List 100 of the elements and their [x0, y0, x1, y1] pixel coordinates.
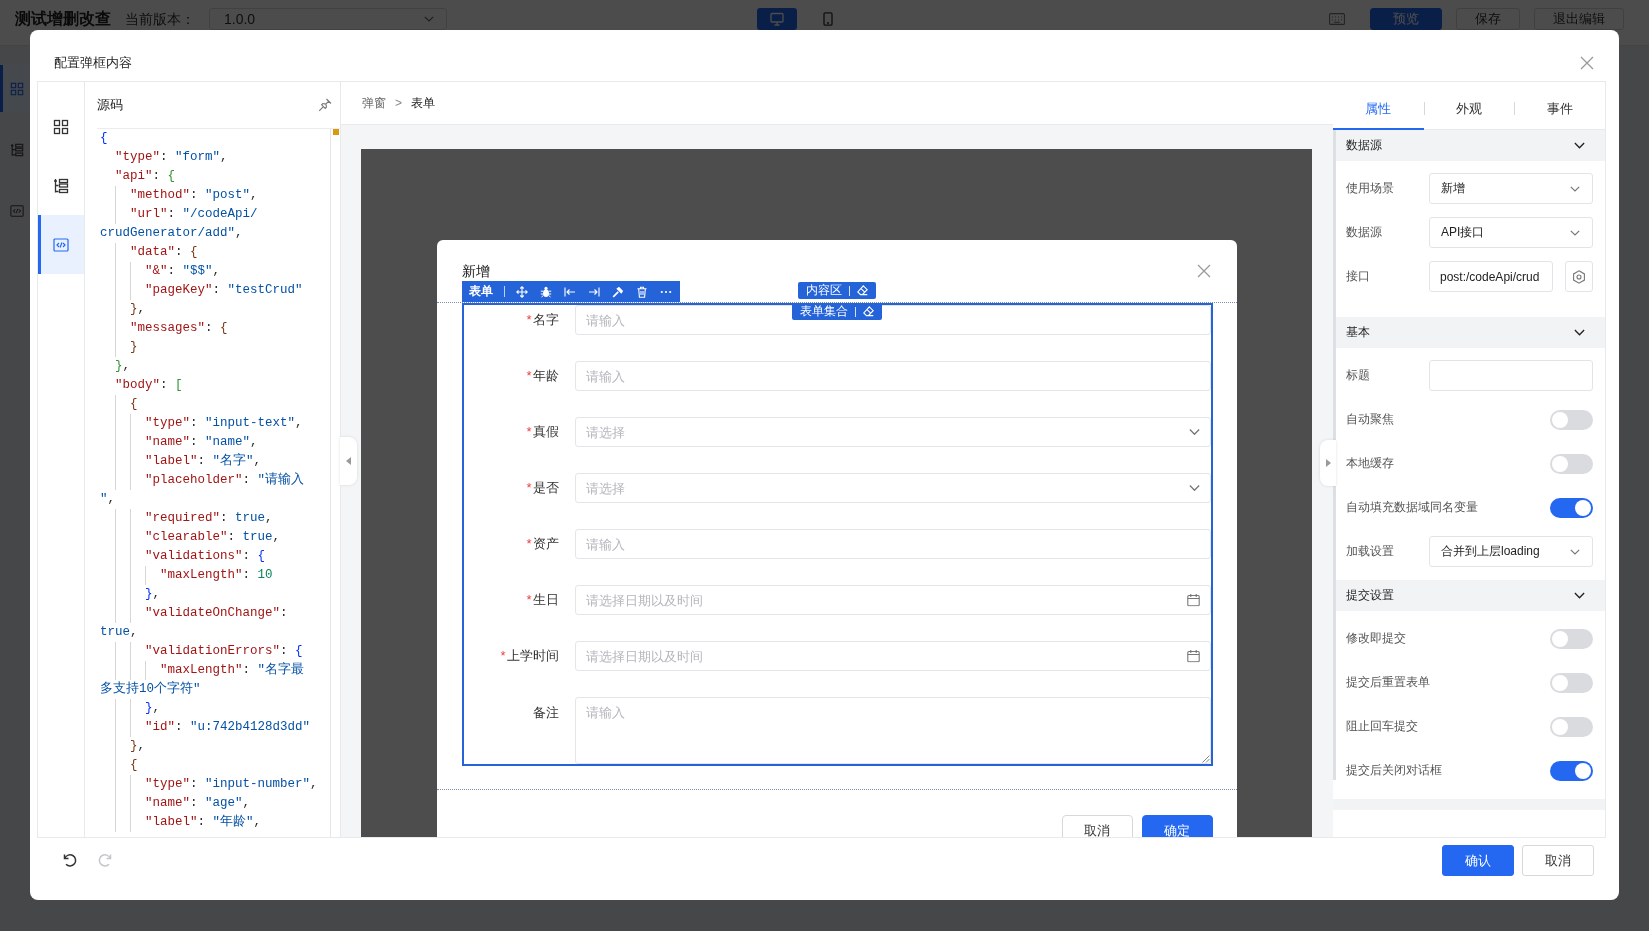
- grid-icon: [53, 118, 69, 135]
- settings-button[interactable]: [1565, 261, 1593, 292]
- code-line: "&": "$$",: [145, 264, 221, 278]
- text-field[interactable]: 请输入: [574, 361, 1211, 391]
- section-header[interactable]: 基本: [1333, 317, 1605, 348]
- code-line: "name": "name",: [145, 435, 258, 449]
- date-time-field[interactable]: 请选择日期以及时间: [574, 585, 1211, 615]
- version-label: 当前版本：: [125, 10, 195, 29]
- text-field[interactable]: post:/codeApi/crud: [1429, 261, 1554, 292]
- breadcrumb-link[interactable]: 表单: [411, 94, 435, 112]
- chevron-down-icon: [1570, 229, 1580, 236]
- hammer-icon[interactable]: [611, 285, 624, 298]
- tree-list-icon: [53, 177, 69, 194]
- select-field[interactable]: 合并到上层loading: [1429, 536, 1593, 567]
- breadcrumb-link[interactable]: 弹窗: [362, 94, 386, 112]
- toggle-switch[interactable]: [1550, 716, 1593, 737]
- field-label: 修改即提交: [1346, 630, 1407, 647]
- code-line: true,: [100, 625, 138, 639]
- chevron-down-icon: [1188, 484, 1200, 492]
- arrow-right-bar-icon[interactable]: [587, 285, 600, 298]
- field-label: *年龄: [525, 367, 559, 385]
- field-label: *名字: [525, 311, 559, 329]
- toggle-switch[interactable]: [1550, 760, 1593, 781]
- modal-button[interactable]: 确定: [1141, 815, 1213, 837]
- text-field[interactable]: 请输入: [574, 529, 1211, 559]
- code-line: },: [130, 302, 146, 316]
- region-tag[interactable]: 内容区: [797, 282, 876, 299]
- dialog-button[interactable]: 确认: [1442, 845, 1514, 876]
- code-line: },: [145, 587, 161, 601]
- tab[interactable]: 事件: [1514, 82, 1605, 130]
- toggle-switch[interactable]: [1550, 453, 1593, 474]
- dialog-title: 配置弹框内容: [54, 53, 132, 72]
- code-line: },: [115, 359, 131, 373]
- field-label: 使用场景: [1346, 180, 1395, 197]
- code-line: "maxLength": 10: [160, 568, 273, 582]
- arrow-left-bar-icon[interactable]: [563, 285, 576, 298]
- code-line: "maxLength": "名字最: [160, 663, 305, 677]
- eraser-icon: [862, 306, 874, 317]
- close-icon[interactable]: [1196, 264, 1211, 278]
- toggle-switch[interactable]: [1550, 409, 1593, 430]
- code-line: "data": {: [130, 245, 198, 259]
- code-line: {: [100, 131, 108, 145]
- undo-icon[interactable]: [62, 852, 78, 868]
- code-line: {: [130, 758, 138, 772]
- code-line: "type": "input-number",: [145, 777, 318, 791]
- chevron-down-icon: [1574, 329, 1585, 336]
- chevron-down-icon: [1188, 428, 1200, 436]
- code-line: "validationErrors": {: [145, 644, 303, 658]
- field-label: 接口: [1346, 268, 1371, 285]
- section-header[interactable]: 提交设置: [1333, 580, 1605, 611]
- dialog-button[interactable]: 取消: [1522, 845, 1594, 876]
- calendar-icon[interactable]: [1186, 593, 1200, 607]
- select-field[interactable]: 请选择: [574, 473, 1211, 503]
- eraser-icon: [856, 285, 868, 296]
- select-field[interactable]: 请选择: [574, 417, 1211, 447]
- code-line: "pageKey": "testCrud": [145, 283, 303, 297]
- tab[interactable]: 外观: [1423, 82, 1515, 130]
- toggle-switch[interactable]: [1550, 628, 1593, 649]
- text-field[interactable]: [1429, 360, 1593, 391]
- close-icon[interactable]: [1580, 55, 1594, 70]
- code-line: "placeholder": "请输入: [145, 473, 305, 487]
- caret-right-icon: [1325, 459, 1331, 467]
- collapse-handle[interactable]: [1320, 440, 1336, 486]
- region-tag[interactable]: 表单集合: [791, 303, 882, 320]
- section-header[interactable]: 数据源: [1333, 130, 1605, 161]
- select-field[interactable]: API接口: [1429, 217, 1593, 248]
- field-label: 提交后重置表单: [1346, 674, 1430, 691]
- code-line: "body": [: [115, 378, 183, 392]
- code-line: "method": "post",: [130, 188, 258, 202]
- breadcrumb-separator: >: [395, 96, 402, 110]
- pin-icon[interactable]: [318, 98, 332, 112]
- toggle-switch[interactable]: [1550, 672, 1593, 693]
- code-line: "messages": {: [130, 321, 228, 335]
- code-line: ",: [100, 492, 116, 506]
- field-label: 自动聚焦: [1346, 411, 1395, 428]
- select-field[interactable]: 新增: [1429, 173, 1593, 204]
- field-label: *真假: [525, 423, 559, 441]
- trash-icon[interactable]: [635, 285, 648, 298]
- bug-icon[interactable]: [539, 285, 552, 298]
- toggle-switch[interactable]: [1550, 497, 1593, 518]
- collapse-handle[interactable]: [340, 437, 357, 485]
- field-label: *是否: [525, 479, 559, 497]
- code-line: "url": "/codeApi/: [130, 207, 258, 221]
- move-icon[interactable]: [515, 285, 528, 298]
- field-label: 自动填充数据域同名变量: [1346, 499, 1478, 516]
- textarea-field[interactable]: 请输入: [574, 697, 1211, 764]
- field-label: 加载设置: [1346, 543, 1395, 560]
- field-label: 本地缓存: [1346, 455, 1395, 472]
- code-line: "name": "age",: [145, 796, 251, 810]
- field-label: 数据源: [1346, 224, 1383, 241]
- field-label: 标题: [1346, 367, 1371, 384]
- calendar-icon[interactable]: [1186, 649, 1200, 663]
- modal-button[interactable]: 取消: [1061, 815, 1133, 837]
- field-label: 阻止回车提交: [1346, 718, 1419, 735]
- code-line: "api": {: [115, 169, 176, 183]
- field-label: 提交后关闭对话框: [1346, 762, 1442, 779]
- code-line: 多支持10个字符": [100, 682, 201, 696]
- resize-handle-icon[interactable]: [1201, 755, 1210, 763]
- date-time-field[interactable]: 请选择日期以及时间: [574, 641, 1211, 671]
- field-label: 备注: [531, 704, 559, 722]
